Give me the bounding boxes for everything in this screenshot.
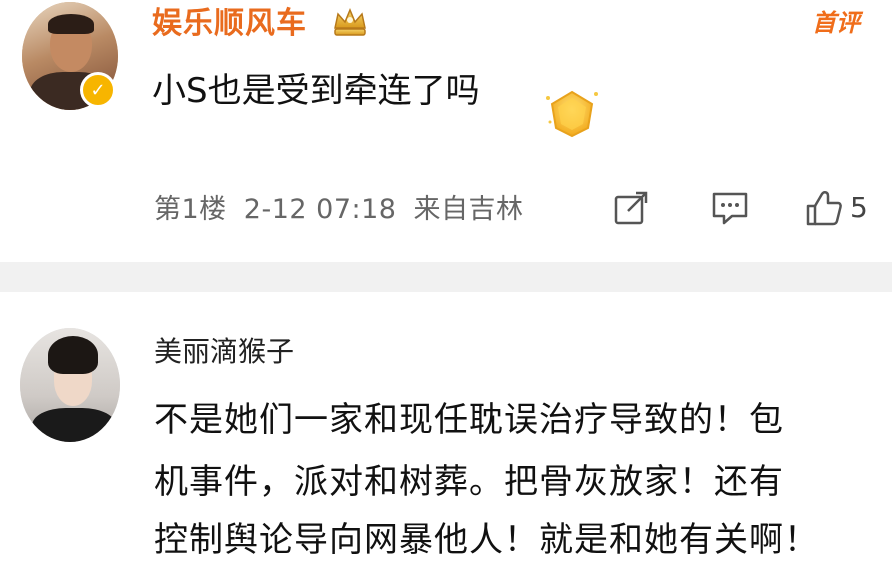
first-comment-badge: 首评 <box>812 9 860 37</box>
username[interactable]: 娱乐顺风车 <box>152 4 307 44</box>
floor-number: 第1楼 <box>154 194 227 225</box>
comment-meta: 第1楼 2-12 07:18 来自吉林 <box>154 190 524 230</box>
share-icon <box>614 191 648 225</box>
comment-thread: ✓ 娱乐顺风车 首评 小S也是受到牵连了吗 第1楼 2-12 07:18 来自吉… <box>0 0 892 568</box>
comment-text-line: 不是她们一家和现任耽误治疗导致的！包 <box>154 400 784 440</box>
like-button[interactable]: 5 <box>804 186 892 230</box>
divider <box>0 262 892 292</box>
comment-time: 2-12 07:18 <box>243 194 397 225</box>
comment-text: 小S也是受到牵连了吗 <box>152 71 480 111</box>
like-count: 5 <box>850 191 868 224</box>
username[interactable]: 美丽滴猴子 <box>154 332 294 372</box>
reply-button[interactable] <box>710 186 754 230</box>
comment-text-line: 机事件，派对和树葬。把骨灰放家！还有 <box>154 462 784 502</box>
comment-icon <box>712 192 748 225</box>
ip-location: 来自吉林 <box>413 194 524 225</box>
verified-icon: ✓ <box>80 72 116 108</box>
comment-text-line: 控制舆论导向网暴他人！就是和她有关啊！ <box>154 520 819 560</box>
share-button[interactable] <box>612 186 656 230</box>
avatar[interactable] <box>20 328 120 442</box>
like-icon <box>806 191 842 226</box>
crown-badge-icon <box>334 8 366 36</box>
gold-gem-icon <box>546 90 598 138</box>
